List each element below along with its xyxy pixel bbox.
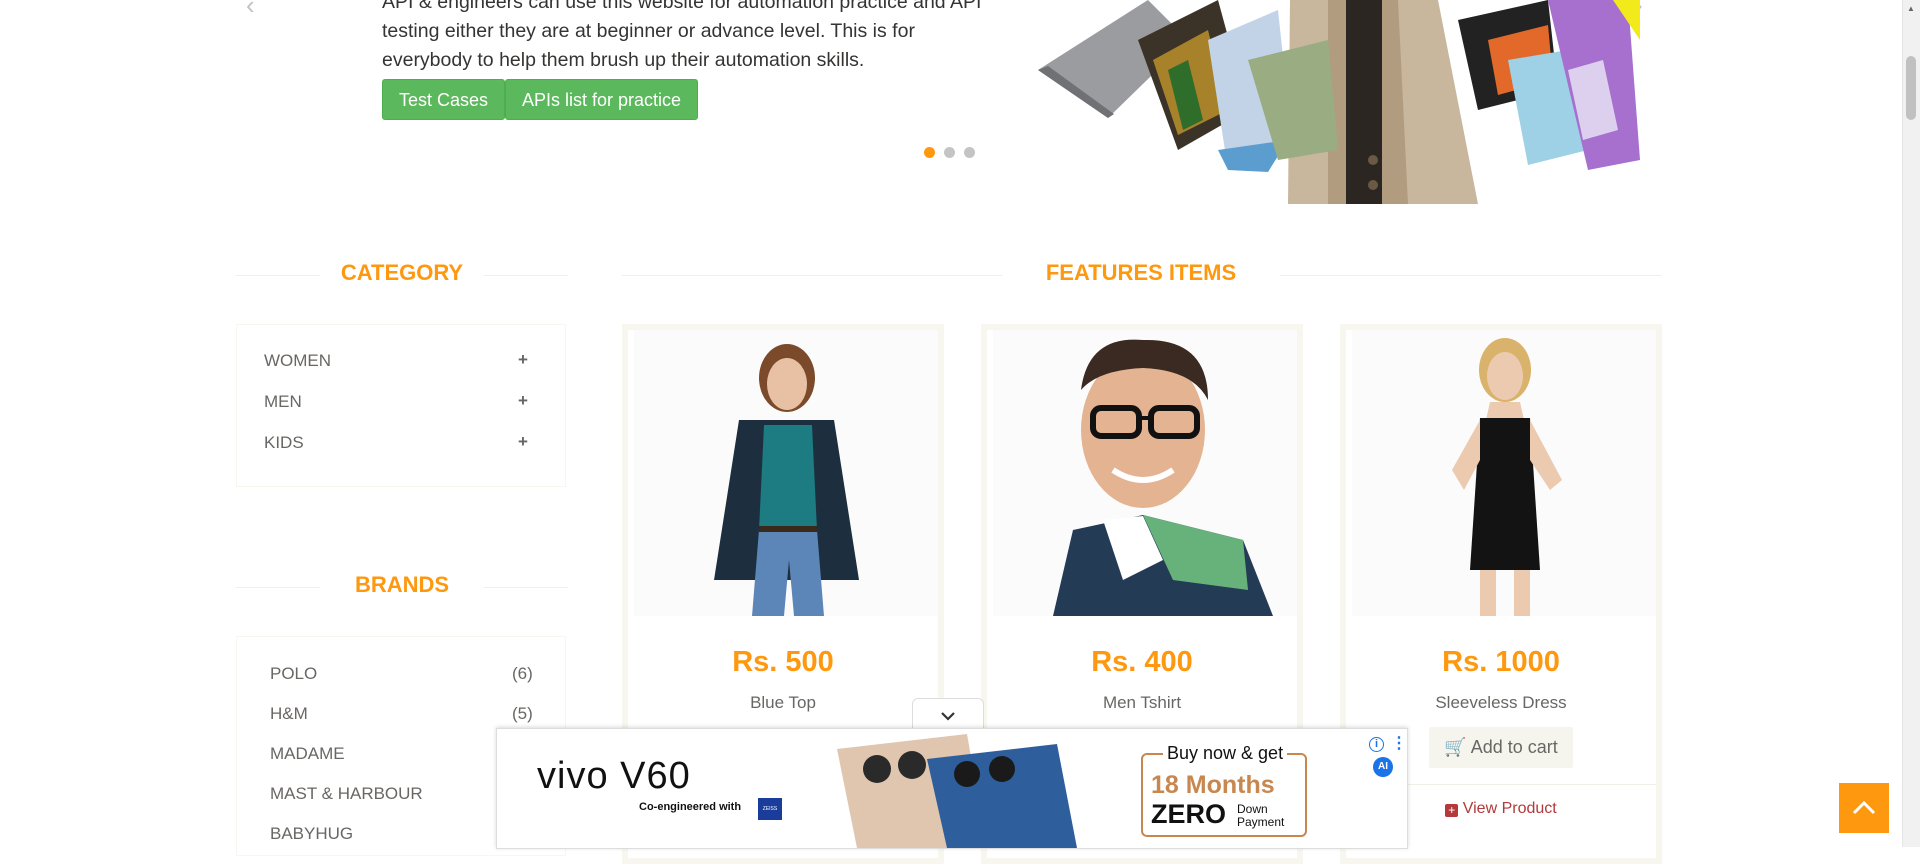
product-price: Rs. 1000 — [1442, 646, 1560, 678]
add-to-cart-label: Add to cart — [1470, 737, 1558, 757]
carousel-prev-icon[interactable]: ‹ — [246, 0, 255, 21]
offer-line-4: Down Payment — [1237, 802, 1285, 829]
plus-icon[interactable]: + — [518, 432, 528, 452]
category-women[interactable]: WOMEN — [264, 351, 331, 371]
ad-info-icon[interactable]: i — [1369, 737, 1384, 752]
shopping-cart-icon: 🛒 — [1444, 737, 1467, 757]
brand-count: (6) — [512, 664, 533, 683]
brand-babyhug[interactable]: BABYHUG — [270, 824, 353, 844]
offer-line-2: 18 Months — [1151, 771, 1275, 799]
category-title-line-left — [236, 275, 320, 276]
brand-mast-harbour[interactable]: MAST & HARBOUR — [270, 784, 423, 804]
brands-title-line-right — [484, 587, 568, 588]
carousel-indicator-1[interactable] — [924, 147, 935, 158]
page-scrollbar[interactable] — [1902, 0, 1920, 847]
category-kids[interactable]: KIDS — [264, 433, 304, 453]
brands-title: BRANDS — [354, 572, 450, 597]
ad-menu-icon[interactable]: ⋮ — [1391, 733, 1407, 753]
features-title-line-right — [1280, 275, 1662, 276]
product-price: Rs. 400 — [1091, 646, 1193, 678]
category-men[interactable]: MEN — [264, 392, 302, 412]
product-image-blue-top — [634, 330, 938, 616]
chevron-up-icon — [1852, 800, 1876, 815]
brand-polo[interactable]: POLO — [270, 664, 317, 684]
brand-madame[interactable]: MADAME — [270, 744, 345, 764]
product-price: Rs. 500 — [732, 646, 834, 678]
category-title: CATEGORY — [340, 260, 464, 285]
apis-list-button[interactable]: APIs list for practice — [505, 79, 699, 120]
scroll-to-top-button[interactable] — [1839, 783, 1889, 833]
hero-shopping-bags-image — [1028, 0, 1640, 204]
ad-brand: vivo V60 — [537, 755, 691, 797]
advertisement-banner[interactable]: vivo V60 Co-engineered with ZEISS Buy no… — [496, 728, 1408, 849]
hero-description: API & engineers can use this website for… — [382, 0, 982, 71]
test-cases-button[interactable]: Test Cases — [382, 79, 506, 120]
offer-line-3: ZERO — [1151, 799, 1227, 829]
features-title: FEATURES ITEMS — [1045, 260, 1237, 285]
ad-tagline: Co-engineered with — [639, 801, 742, 813]
plus-icon[interactable]: + — [518, 391, 528, 411]
product-name: Blue Top — [750, 693, 816, 712]
chevron-down-icon — [941, 712, 955, 721]
carousel-indicator-2[interactable] — [944, 147, 955, 158]
product-image-men-tshirt — [993, 330, 1297, 616]
zeiss-logo: ZEISS — [758, 798, 782, 820]
ai-badge-icon: AI — [1373, 757, 1393, 777]
product-name: Sleeveless Dress — [1435, 693, 1567, 712]
add-to-cart-button[interactable]: 🛒 Add to cart — [1429, 727, 1573, 768]
scrollbar-thumb[interactable] — [1906, 56, 1916, 120]
plus-square-icon: + — [1445, 804, 1459, 817]
product-name: Men Tshirt — [1102, 693, 1182, 712]
offer-line-1: Buy now & get — [1163, 743, 1288, 764]
ad-collapse-button[interactable] — [912, 698, 984, 730]
brand-hm[interactable]: H&M — [270, 704, 308, 724]
phone-image — [837, 734, 1077, 848]
plus-icon[interactable]: + — [518, 350, 528, 370]
features-title-line-left — [622, 275, 1002, 276]
scroll-up-arrow-icon[interactable]: ▲ — [1906, 4, 1916, 13]
view-product-label: View Product — [1462, 800, 1557, 817]
category-title-line-right — [484, 275, 568, 276]
product-image-sleeveless-dress — [1352, 330, 1656, 616]
brand-count: (5) — [512, 704, 533, 723]
carousel-indicator-3[interactable] — [964, 147, 975, 158]
brands-title-line-left — [236, 587, 320, 588]
